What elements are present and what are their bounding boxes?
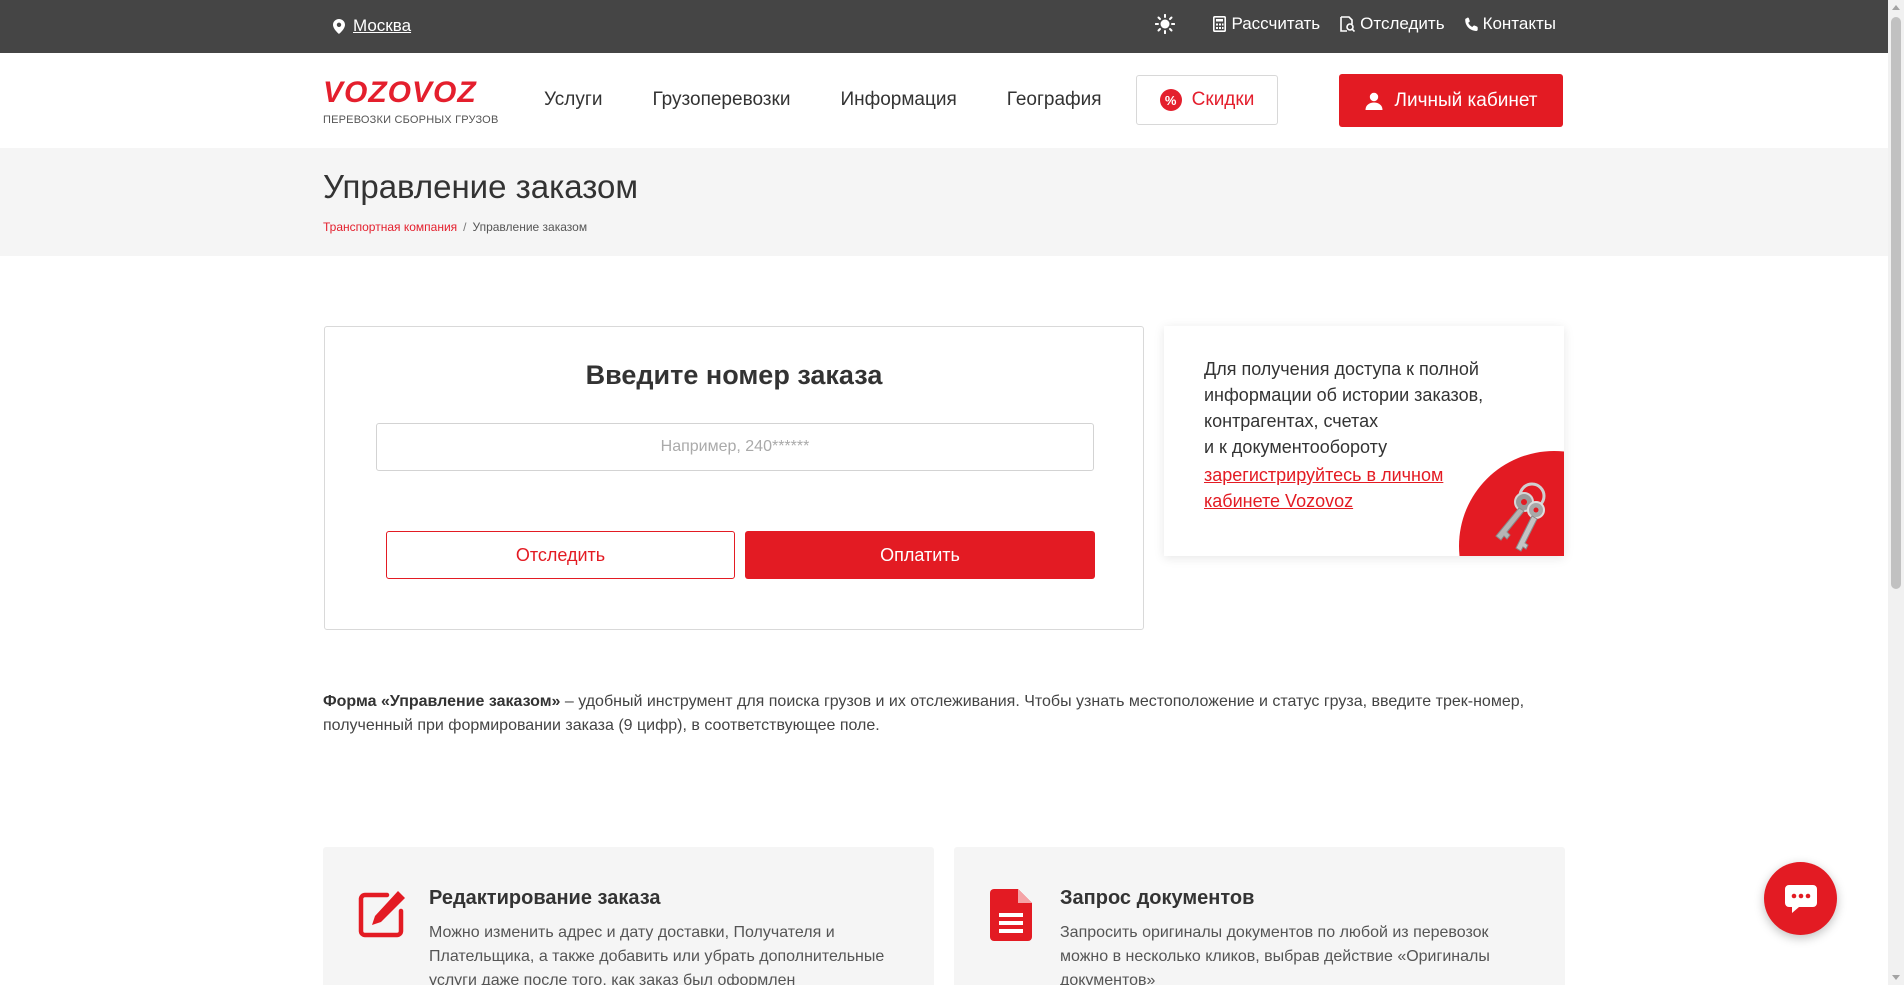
- pay-button[interactable]: Оплатить: [745, 531, 1095, 579]
- feature-text: Запросить оригиналы документов по любой …: [1060, 924, 1490, 985]
- document-search-icon: [1340, 16, 1356, 32]
- order-number-input[interactable]: [376, 423, 1094, 471]
- description-lead: Форма «Управление заказом»: [323, 693, 561, 710]
- nav-item-freight[interactable]: Грузоперевозки: [652, 89, 790, 111]
- page-title: Управление заказом: [323, 168, 639, 205]
- percent-badge-icon: %: [1159, 89, 1182, 111]
- document-icon: [990, 889, 1032, 941]
- registration-promo-card: Для получения доступа к полной информаци…: [1164, 326, 1564, 556]
- track-button[interactable]: Отследить: [386, 531, 735, 579]
- discounts-label: Скидки: [1191, 89, 1255, 110]
- nav-item-info[interactable]: Информация: [840, 89, 956, 111]
- nav-item-services[interactable]: Услуги: [544, 89, 602, 111]
- chat-bubble-icon: [1784, 884, 1817, 913]
- discounts-button[interactable]: % Скидки: [1136, 75, 1278, 125]
- chat-button[interactable]: [1764, 862, 1837, 935]
- top-bar: Москва Рассчитать Отследить Контакты: [0, 0, 1888, 53]
- city-selector[interactable]: Москва: [333, 16, 411, 36]
- register-link[interactable]: зарегистрируйтесь в личном кабинете Vozo…: [1204, 462, 1484, 514]
- page-scrollbar[interactable]: [1888, 0, 1904, 985]
- calculator-icon: [1213, 16, 1227, 32]
- order-lookup-card: Введите номер заказа Отследить Оплатить: [324, 326, 1144, 630]
- feature-card-request-documents: Запрос документов Запросить оригиналы до…: [954, 847, 1565, 985]
- promo-text: Для получения доступа к полной информаци…: [1204, 356, 1504, 460]
- scroll-down-arrow-icon[interactable]: [1892, 975, 1900, 980]
- track-label: Отследить: [1360, 14, 1445, 33]
- main-nav: Услуги Грузоперевозки Информация Географ…: [544, 89, 1102, 111]
- breadcrumb-separator: /: [463, 220, 467, 234]
- order-lookup-heading: Введите номер заказа: [585, 360, 883, 390]
- location-pin-icon: [333, 18, 345, 34]
- theme-toggle[interactable]: [1155, 14, 1176, 34]
- promo-text-line-2: и к документообороту: [1204, 437, 1388, 457]
- feature-text: Можно изменить адрес и дату доставки, По…: [429, 924, 885, 985]
- logo-tagline: ПЕРЕВОЗКИ СБОРНЫХ ГРУЗОВ: [323, 114, 499, 126]
- logo[interactable]: VOZOVOZ ПЕРЕВОЗКИ СБОРНЫХ ГРУЗОВ: [323, 76, 499, 127]
- sun-icon: [1155, 14, 1176, 34]
- personal-account-label: Личный кабинет: [1394, 89, 1538, 111]
- feature-title: Редактирование заказа: [429, 887, 661, 909]
- scrollbar-thumb[interactable]: [1891, 17, 1901, 589]
- personal-account-button[interactable]: Личный кабинет: [1339, 74, 1563, 127]
- feature-card-edit-order: Редактирование заказа Можно изменить адр…: [323, 847, 934, 985]
- scroll-up-arrow-icon[interactable]: [1892, 5, 1900, 10]
- user-icon: [1365, 92, 1383, 110]
- feature-title: Запрос документов: [1060, 887, 1255, 909]
- city-name[interactable]: Москва: [353, 16, 411, 36]
- track-link[interactable]: Отследить: [1340, 14, 1445, 34]
- edit-icon: [358, 891, 405, 938]
- phone-icon: [1464, 17, 1478, 31]
- nav-item-geo[interactable]: География: [1007, 89, 1102, 111]
- page-title-band: Управление заказом Транспортная компания…: [0, 148, 1888, 256]
- calculate-link[interactable]: Рассчитать: [1213, 14, 1320, 34]
- calculate-label: Рассчитать: [1231, 14, 1321, 33]
- contacts-link[interactable]: Контакты: [1464, 14, 1556, 34]
- site-header: VOZOVOZ ПЕРЕВОЗКИ СБОРНЫХ ГРУЗОВ Услуги …: [0, 53, 1888, 148]
- logo-wordmark: VOZOVOZ: [323, 76, 477, 109]
- breadcrumb: Транспортная компания / Управление заказом: [323, 220, 587, 234]
- keys-icon: [1495, 482, 1546, 552]
- promo-text-line-1: Для получения доступа к полной информаци…: [1204, 359, 1484, 431]
- breadcrumb-home-link[interactable]: Транспортная компания: [323, 220, 457, 234]
- form-description: Форма «Управление заказом» – удобный инс…: [323, 690, 1568, 738]
- contacts-label: Контакты: [1482, 14, 1556, 33]
- breadcrumb-current: Управление заказом: [472, 220, 588, 234]
